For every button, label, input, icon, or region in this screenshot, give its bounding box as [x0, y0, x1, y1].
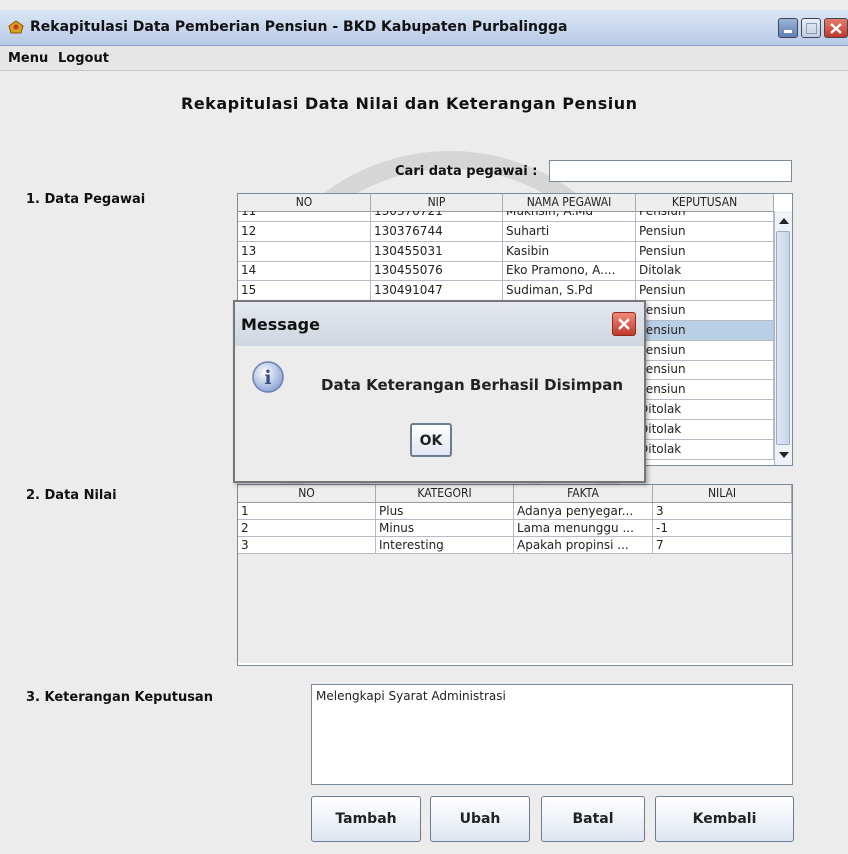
cell-keputusan[interactable]: Pensiun — [636, 320, 774, 341]
batal-button[interactable]: Batal — [541, 796, 645, 842]
cell-no[interactable]: 15 — [238, 281, 371, 302]
info-icon: i — [252, 361, 284, 393]
section-keterangan-label: 3. Keterangan Keputusan — [26, 690, 213, 705]
pegawai-scrollbar[interactable] — [774, 211, 792, 465]
dialog-message: Data Keterangan Berhasil Disimpan — [321, 376, 623, 394]
nilai-table-body: 1 Plus Adanya penyegar... 3 2 Minus Lama menun… — [238, 503, 792, 663]
dialog-title: Message — [241, 315, 320, 334]
table-row[interactable]: 15 130491047 Sudiman, S.Pd Pensiun — [238, 281, 774, 302]
cell-no[interactable]: 12 — [238, 221, 371, 242]
col-header-nilai[interactable]: NILAI — [653, 485, 792, 502]
cell-keputusan[interactable]: Ditolak — [636, 439, 774, 460]
table-row[interactable]: 14 130455076 Eko Pramono, A.... Ditolak — [238, 261, 774, 282]
search-label: Cari data pegawai : — [395, 164, 538, 179]
cell-keputusan[interactable]: Ditolak — [636, 419, 774, 440]
kembali-button[interactable]: Kembali — [655, 796, 794, 842]
cell-keputusan[interactable]: Pensiun — [636, 281, 774, 302]
cell-keputusan[interactable]: Ditolak — [636, 400, 774, 420]
search-input[interactable] — [549, 160, 792, 182]
col-header-no[interactable]: NO — [238, 194, 371, 211]
svg-text:i: i — [264, 367, 271, 389]
window-title-bar: Rekapitulasi Data Pemberian Pensiun - BK… — [0, 10, 848, 46]
nilai-table: NO KATEGORI FAKTA NILAI 1 Plus Adanya peny… — [237, 484, 793, 666]
cell-nip[interactable]: 130376744 — [371, 221, 503, 242]
cell-keputusan[interactable]: Pensiun — [636, 211, 774, 222]
cell-no[interactable]: 1 — [238, 503, 376, 520]
cell-kategori[interactable]: Minus — [376, 520, 514, 537]
cell-nip[interactable]: 130376721 — [371, 211, 503, 222]
cell-keputusan[interactable]: Pensiun — [636, 301, 774, 321]
scroll-down-icon[interactable] — [778, 451, 790, 459]
cell-nama-pegawai[interactable]: Suharti — [503, 221, 636, 242]
cell-no[interactable]: 11 — [238, 211, 371, 222]
ubah-button[interactable]: Ubah — [430, 796, 530, 842]
section-data-nilai-label: 2. Data Nilai — [26, 488, 117, 503]
col-header-fakta[interactable]: FAKTA — [514, 485, 653, 502]
cell-nama-pegawai[interactable]: Kasibin — [503, 241, 636, 262]
maximize-icon — [806, 23, 817, 34]
cell-kategori[interactable]: Interesting — [376, 537, 514, 554]
close-icon — [830, 23, 842, 34]
cell-keputusan[interactable]: Pensiun — [636, 380, 774, 401]
cell-keputusan[interactable]: Pensiun — [636, 221, 774, 242]
cell-fakta[interactable]: Lama menunggu ... — [514, 520, 653, 537]
cell-nip[interactable]: 130455076 — [371, 261, 503, 282]
table-row[interactable]: 11 130376721 Mukhsin, A.Md Pensiun — [238, 211, 774, 222]
cell-keputusan[interactable]: Pensiun — [636, 241, 774, 262]
pegawai-table-header: NO NIP NAMA PEGAWAI KEPUTUSAN — [238, 194, 774, 212]
col-header-kategori[interactable]: KATEGORI — [376, 485, 514, 502]
nilai-table-header: NO KATEGORI FAKTA NILAI — [238, 485, 792, 503]
cell-fakta[interactable]: Apakah propinsi ... — [514, 537, 653, 554]
close-button[interactable] — [824, 18, 848, 38]
cell-nama-pegawai[interactable]: Eko Pramono, A.... — [503, 261, 636, 282]
cell-no[interactable]: 13 — [238, 241, 371, 262]
minimize-icon — [784, 30, 792, 33]
cell-nilai[interactable]: 3 — [653, 503, 792, 520]
cell-nilai[interactable]: -1 — [653, 520, 792, 537]
minimize-button[interactable] — [778, 18, 798, 38]
cell-kategori[interactable]: Plus — [376, 503, 514, 520]
table-row[interactable]: 3 Interesting Apakah propinsi ... 7 — [238, 537, 792, 554]
cell-nama-pegawai[interactable]: Sudiman, S.Pd — [503, 281, 636, 302]
close-icon — [618, 318, 630, 330]
cell-no[interactable]: 3 — [238, 537, 376, 554]
cell-nilai[interactable]: 7 — [653, 537, 792, 554]
dialog-title-bar: Message — [235, 302, 644, 346]
cell-keputusan[interactable]: Pensiun — [636, 340, 774, 361]
app-logo-icon — [8, 20, 24, 34]
col-header-nama-pegawai[interactable]: NAMA PEGAWAI — [503, 194, 636, 211]
table-row[interactable]: 13 130455031 Kasibin Pensiun — [238, 241, 774, 262]
window-title: Rekapitulasi Data Pemberian Pensiun - BK… — [30, 19, 568, 35]
table-row[interactable]: 12 130376744 Suharti Pensiun — [238, 221, 774, 242]
col-header-keputusan[interactable]: KEPUTUSAN — [636, 194, 774, 211]
table-row[interactable]: 1 Plus Adanya penyegar... 3 — [238, 503, 792, 520]
cell-fakta[interactable]: Adanya penyegar... — [514, 503, 653, 520]
dialog-close-button[interactable] — [612, 312, 636, 336]
tambah-button[interactable]: Tambah — [311, 796, 421, 842]
keterangan-textarea[interactable]: Melengkapi Syarat Administrasi — [311, 684, 793, 785]
menu-item-logout[interactable]: Logout — [58, 51, 109, 66]
table-row[interactable]: 2 Minus Lama menunggu ... -1 — [238, 520, 792, 537]
cell-keputusan[interactable]: Ditolak — [636, 261, 774, 282]
col-header-nip[interactable]: NIP — [371, 194, 503, 211]
cell-keputusan[interactable]: Pensiun — [636, 360, 774, 381]
message-dialog: Message i Data Keterangan Berhasil Disim… — [233, 300, 646, 483]
menu-item-menu[interactable]: Menu — [8, 51, 48, 66]
ok-button[interactable]: OK — [410, 423, 452, 457]
section-data-pegawai-label: 1. Data Pegawai — [26, 192, 146, 207]
cell-nama-pegawai[interactable]: Mukhsin, A.Md — [503, 211, 636, 222]
scroll-up-icon[interactable] — [778, 217, 790, 225]
scroll-thumb[interactable] — [776, 231, 790, 445]
cell-nip[interactable]: 130491047 — [371, 281, 503, 302]
menu-bar: Menu Logout — [0, 46, 848, 71]
page-title: Rekapitulasi Data Nilai dan Keterangan P… — [181, 94, 638, 113]
cell-no[interactable]: 2 — [238, 520, 376, 537]
col-header-no[interactable]: NO — [238, 485, 376, 502]
cell-no[interactable]: 14 — [238, 261, 371, 282]
cell-nip[interactable]: 130455031 — [371, 241, 503, 262]
maximize-button[interactable] — [801, 18, 821, 38]
